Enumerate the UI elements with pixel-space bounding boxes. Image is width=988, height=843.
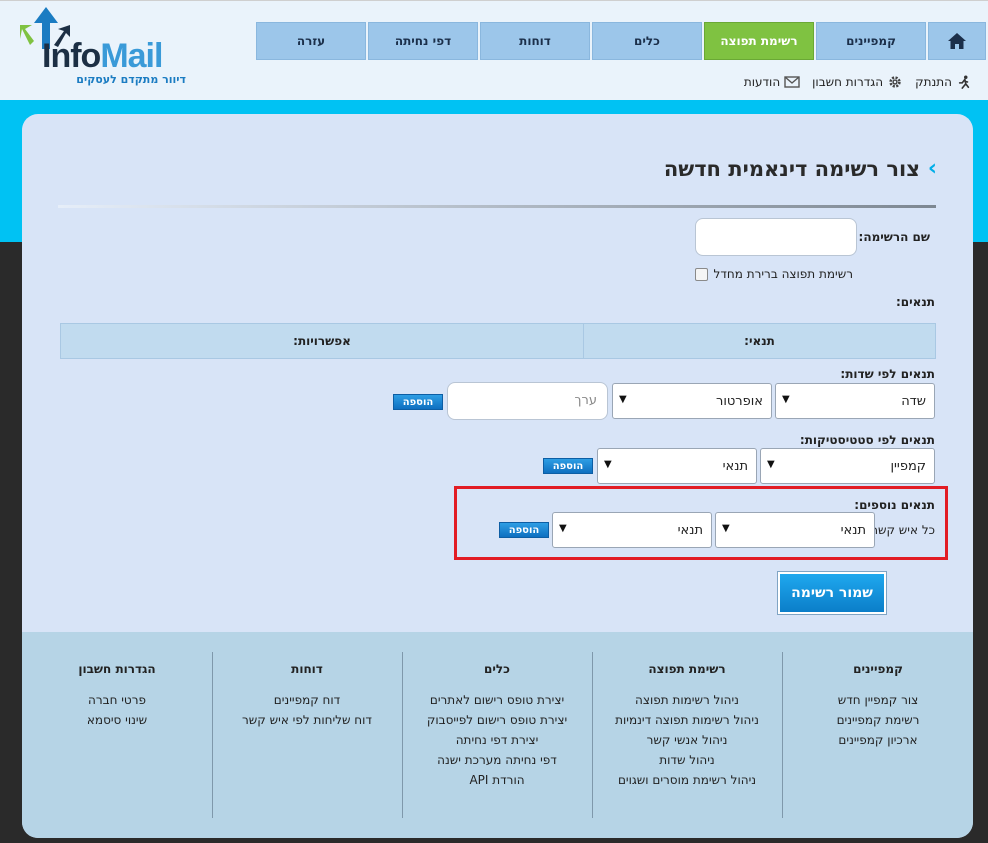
main-panel: › צור רשימה דינאמית חדשה שם הרשימה: רשימ…	[22, 114, 973, 838]
infomail-logo[interactable]: InfoMail דיוור מתקדם לעסקים	[20, 5, 186, 91]
footer-heading: קמפיינים	[853, 662, 903, 676]
add-field-condition-button[interactable]: הוספה	[393, 394, 443, 410]
footer-link[interactable]: הורדת API	[402, 770, 592, 790]
title-divider	[58, 205, 936, 208]
dropdown-arrow-icon: ▼	[767, 459, 775, 470]
footer-link[interactable]: שינוי סיסמא	[22, 710, 212, 730]
footer-column-account-settings: הגדרות חשבון פרטי חברה שינוי סיסמא	[22, 652, 212, 818]
list-name-label: שם הרשימה:	[858, 230, 930, 244]
default-list-option: רשימת תפוצה ברירת מחדל	[694, 267, 853, 281]
column-header-options: אפשרויות:	[293, 334, 351, 348]
footer-link[interactable]: ניהול אנשי קשר	[592, 730, 782, 750]
footer-divider	[782, 652, 783, 818]
footer-link[interactable]: דוח קמפיינים	[212, 690, 402, 710]
save-list-button[interactable]: שמור רשימה	[778, 572, 886, 614]
footer-heading: הגדרות חשבון	[78, 662, 156, 676]
nav-tools[interactable]: כלים	[592, 22, 702, 60]
add-additional-condition-button[interactable]: הוספה	[499, 522, 549, 538]
default-list-label: רשימת תפוצה ברירת מחדל	[713, 267, 853, 281]
envelope-icon	[784, 76, 800, 88]
footer-link[interactable]: יצירת טופס רישום לאתרים	[402, 690, 592, 710]
footer-link[interactable]: צור קמפיין חדש	[783, 690, 973, 710]
logo-wordmark: InfoMail	[42, 37, 163, 75]
footer-divider	[402, 652, 403, 818]
footer-column-campaigns: קמפיינים צור קמפיין חדש רשימת קמפיינים א…	[783, 652, 973, 818]
chevron-right-icon: ›	[927, 156, 937, 181]
footer-divider	[212, 652, 213, 818]
messages-link[interactable]: הודעות	[744, 75, 800, 89]
nav-home[interactable]	[928, 22, 986, 60]
nav-mailing-list[interactable]: רשימת תפוצה	[704, 22, 814, 60]
gear-icon	[889, 76, 901, 88]
list-name-input[interactable]	[695, 218, 857, 256]
dropdown-arrow-icon: ▼	[559, 523, 567, 534]
additional-condition-select-1[interactable]: תנאי ▼	[715, 512, 875, 548]
stats-condition-select[interactable]: תנאי ▼	[597, 448, 757, 484]
dropdown-arrow-icon: ▼	[619, 394, 627, 405]
footer-column-mailing-list: רשימת תפוצה ניהול רשימות תפוצה ניהול רשי…	[592, 652, 782, 818]
footer-column-tools: כלים יצירת טופס רישום לאתרים יצירת טופס …	[402, 652, 592, 818]
add-stats-condition-button[interactable]: הוספה	[543, 458, 593, 474]
field-conditions-label: תנאים לפי שדות:	[840, 367, 935, 381]
footer-link[interactable]: ניהול רשימות תפוצה	[592, 690, 782, 710]
messages-label: הודעות	[743, 75, 781, 89]
footer-link[interactable]: ארכיון קמפיינים	[783, 730, 973, 750]
footer-column-reports: דוחות דוח קמפיינים דוח שליחות לפי איש קש…	[212, 652, 402, 818]
additional-condition-select-2[interactable]: תנאי ▼	[552, 512, 712, 548]
logout-link[interactable]: התנתק	[915, 75, 972, 89]
campaign-select[interactable]: קמפיין ▼	[760, 448, 935, 484]
footer-heading: דוחות	[291, 662, 323, 676]
dropdown-arrow-icon: ▼	[722, 523, 730, 534]
account-settings-label: הגדרות חשבון	[812, 75, 884, 89]
operator-select[interactable]: אופרטור ▼	[612, 383, 772, 419]
nav-help[interactable]: עזרה	[256, 22, 366, 60]
logo-tagline: דיוור מתקדם לעסקים	[76, 73, 186, 86]
main-nav: קמפיינים רשימת תפוצה כלים דוחות דפי נחית…	[254, 22, 986, 60]
footer-link[interactable]: דפי נחיתה מערכת ישנה	[402, 750, 592, 770]
nav-campaigns[interactable]: קמפיינים	[816, 22, 926, 60]
footer-link[interactable]: רשימת קמפיינים	[783, 710, 973, 730]
running-man-icon	[958, 75, 970, 89]
footer-link[interactable]: ניהול רשימות תפוצה דינמיות	[592, 710, 782, 730]
additional-conditions-label: תנאים נוספים:	[854, 498, 935, 512]
page-title: › צור רשימה דינאמית חדשה	[664, 156, 937, 181]
footer-heading: כלים	[484, 662, 510, 676]
footer-link[interactable]: יצירת דפי נחיתה	[402, 730, 592, 750]
account-settings-link[interactable]: הגדרות חשבון	[812, 75, 903, 89]
dropdown-arrow-icon: ▼	[782, 394, 790, 405]
footer-link[interactable]: יצירת טופס רישום לפייסבוק	[402, 710, 592, 730]
every-contact-label: כל איש קשר	[871, 523, 935, 537]
footer-heading: רשימת תפוצה	[648, 662, 726, 676]
header: InfoMail דיוור מתקדם לעסקים קמפיינים רשי…	[0, 0, 988, 100]
field-select[interactable]: שדה ▼	[775, 383, 935, 419]
dropdown-arrow-icon: ▼	[604, 459, 612, 470]
default-list-checkbox[interactable]	[694, 267, 708, 281]
stats-conditions-label: תנאים לפי סטטיסטיקות:	[799, 433, 935, 447]
footer: קמפיינים צור קמפיין חדש רשימת קמפיינים א…	[22, 632, 973, 838]
nav-reports[interactable]: דוחות	[480, 22, 590, 60]
footer-link[interactable]: דוח שליחות לפי איש קשר	[212, 710, 402, 730]
conditions-table: תנאי: אפשרויות:	[60, 323, 936, 359]
home-icon	[948, 33, 966, 49]
nav-landing-pages[interactable]: דפי נחיתה	[368, 22, 478, 60]
footer-link[interactable]: ניהול רשימת מוסרים ושגוים	[592, 770, 782, 790]
footer-divider	[592, 652, 593, 818]
footer-link[interactable]: ניהול שדות	[592, 750, 782, 770]
footer-link[interactable]: פרטי חברה	[22, 690, 212, 710]
conditions-label: תנאים:	[895, 295, 935, 309]
value-input[interactable]: ערך	[447, 382, 608, 420]
page-title-text: צור רשימה דינאמית חדשה	[663, 156, 920, 181]
logout-label: התנתק	[915, 75, 952, 89]
utility-links: הודעות הגדרות חשבון התנתק	[744, 73, 972, 91]
column-header-condition: תנאי:	[583, 324, 935, 358]
